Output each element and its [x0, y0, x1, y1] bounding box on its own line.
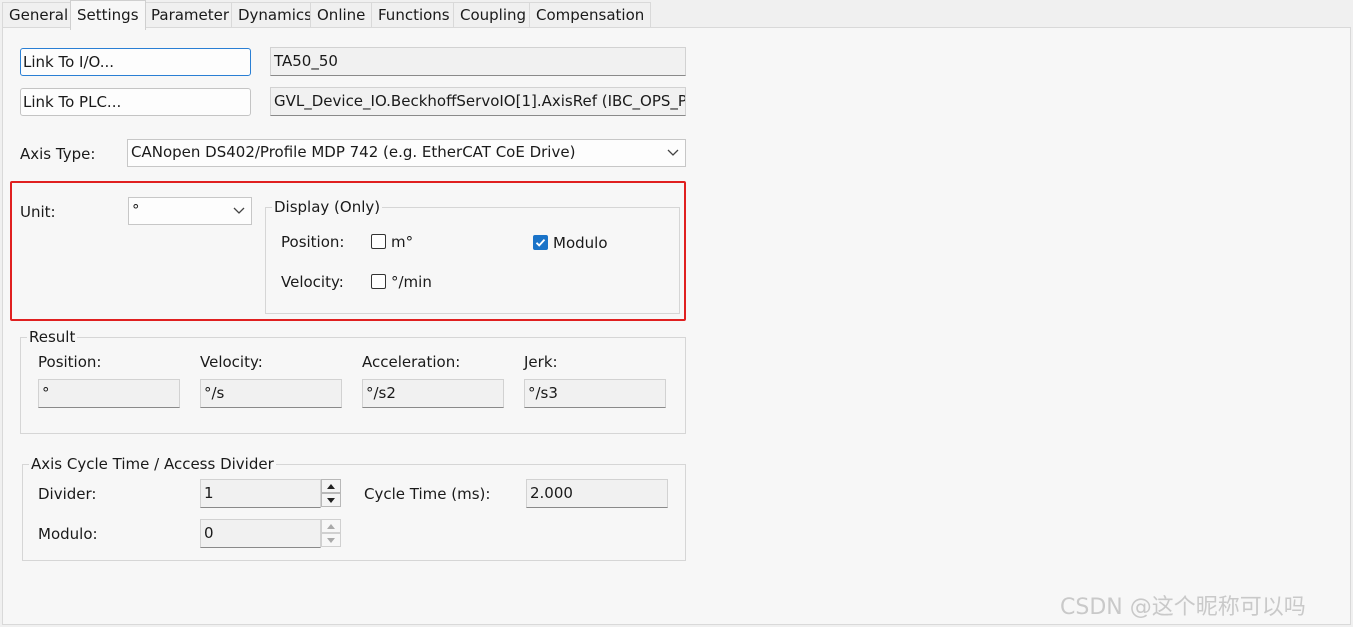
- modulo-checkbox[interactable]: [533, 235, 548, 250]
- link-to-io-button[interactable]: Link To I/O...: [20, 48, 251, 76]
- chevron-down-icon: [233, 207, 245, 214]
- result-velocity-label: Velocity:: [200, 353, 263, 371]
- tab-compensation[interactable]: Compensation: [529, 2, 652, 28]
- spin-up-icon[interactable]: [321, 519, 341, 533]
- tab-parameter[interactable]: Parameter: [144, 2, 237, 28]
- unit-label: Unit:: [20, 203, 56, 221]
- modulo-input[interactable]: 0: [200, 519, 321, 548]
- display-group-title: Display (Only): [272, 198, 383, 216]
- result-position-label: Position:: [38, 353, 102, 371]
- result-acceleration-field: °/s2: [362, 379, 504, 408]
- position-unit-check-label: m°: [391, 233, 414, 251]
- result-jerk-field: °/s3: [524, 379, 666, 408]
- divider-input[interactable]: 1: [200, 479, 321, 508]
- tab-bar: General Settings Parameter Dynamics Onli…: [0, 0, 1353, 30]
- axis-type-value: CANopen DS402/Profile MDP 742 (e.g. Ethe…: [131, 143, 576, 161]
- spin-down-icon[interactable]: [321, 493, 341, 507]
- tab-online[interactable]: Online: [310, 2, 373, 28]
- spin-down-icon[interactable]: [321, 533, 341, 547]
- velocity-unit-check-label: °/min: [391, 273, 432, 291]
- position-unit-checkbox[interactable]: [371, 234, 386, 249]
- tab-coupling[interactable]: Coupling: [453, 2, 534, 28]
- velocity-unit-checkbox[interactable]: [371, 274, 386, 289]
- tab-settings[interactable]: Settings: [70, 0, 146, 30]
- io-link-field: TA50_50: [270, 47, 686, 76]
- display-position-label: Position:: [281, 233, 345, 251]
- modulo-check-label: Modulo: [553, 234, 608, 252]
- result-velocity-field: °/s: [200, 379, 342, 408]
- spin-up-icon[interactable]: [321, 479, 341, 493]
- display-velocity-label: Velocity:: [281, 273, 344, 291]
- divider-stepper[interactable]: [321, 479, 341, 507]
- result-jerk-label: Jerk:: [524, 353, 558, 371]
- display-group: [265, 207, 680, 314]
- cycle-group-title: Axis Cycle Time / Access Divider: [29, 455, 276, 473]
- unit-select[interactable]: °: [128, 197, 252, 225]
- axis-type-label: Axis Type:: [20, 145, 96, 163]
- result-acceleration-label: Acceleration:: [362, 353, 461, 371]
- cycle-time-label: Cycle Time (ms):: [364, 485, 491, 503]
- link-to-plc-button[interactable]: Link To PLC...: [20, 88, 251, 116]
- result-group-title: Result: [27, 328, 78, 346]
- chevron-down-icon: [667, 149, 679, 156]
- watermark: CSDN @这个昵称可以吗: [1060, 595, 1306, 620]
- checkmark-icon: [535, 238, 546, 247]
- tab-general[interactable]: General: [2, 2, 76, 28]
- plc-link-field: GVL_Device_IO.BeckhoffServoIO[1].AxisRef…: [270, 87, 686, 116]
- unit-value: °: [132, 201, 140, 219]
- tab-functions[interactable]: Functions: [371, 2, 457, 28]
- modulo-stepper[interactable]: [321, 519, 341, 547]
- result-position-field: °: [38, 379, 180, 408]
- cycle-time-field: 2.000: [526, 479, 668, 508]
- axis-type-select[interactable]: CANopen DS402/Profile MDP 742 (e.g. Ethe…: [127, 139, 686, 167]
- modulo-label: Modulo:: [38, 525, 98, 543]
- divider-label: Divider:: [38, 485, 97, 503]
- tab-dynamics[interactable]: Dynamics: [231, 2, 319, 28]
